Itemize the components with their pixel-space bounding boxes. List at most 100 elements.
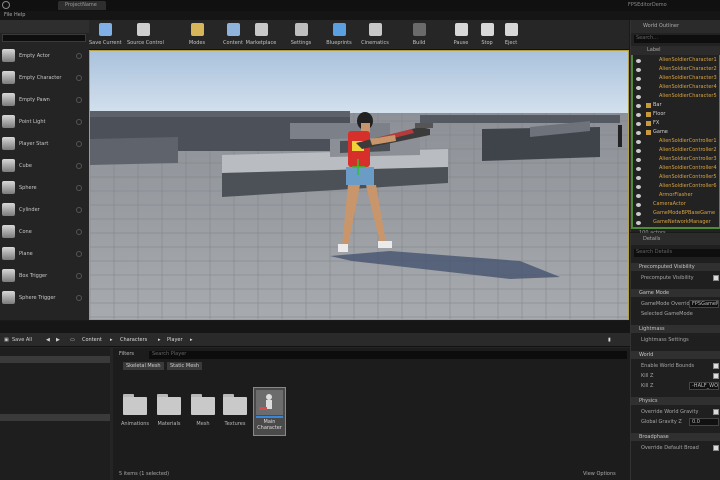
info-icon[interactable] <box>76 141 82 147</box>
outliner-row[interactable]: Game <box>631 129 719 137</box>
toolbar-settings-button[interactable]: Settings <box>285 22 317 49</box>
property-value-field[interactable]: 0.0 <box>689 418 719 426</box>
tree-row[interactable] <box>0 356 110 363</box>
visibility-eye-icon[interactable] <box>636 212 641 216</box>
place-item[interactable]: Cylinder <box>0 200 89 220</box>
details-category[interactable]: Game Mode <box>631 289 720 297</box>
asset-tile-main-character[interactable]: Main Character <box>253 387 286 436</box>
tree-row[interactable] <box>0 392 110 399</box>
property-checkbox[interactable] <box>713 445 719 451</box>
view-options-button[interactable]: View Options <box>583 471 616 477</box>
breadcrumb-characters[interactable]: Characters <box>120 335 147 345</box>
place-item[interactable]: Cone <box>0 222 89 242</box>
visibility-eye-icon[interactable] <box>636 104 641 108</box>
visibility-eye-icon[interactable] <box>636 185 641 189</box>
visibility-eye-icon[interactable] <box>636 149 641 153</box>
visibility-eye-icon[interactable] <box>636 221 641 225</box>
property-checkbox[interactable] <box>713 373 719 379</box>
visibility-eye-icon[interactable] <box>636 68 641 72</box>
outliner-row[interactable]: AlienSoldierCharacter4 <box>631 84 719 92</box>
tree-row[interactable] <box>0 414 110 421</box>
toolbar-save-current-button[interactable]: Save Current <box>89 22 122 49</box>
place-item[interactable]: Cube <box>0 156 89 176</box>
modes-search-input[interactable] <box>2 34 86 42</box>
back-icon[interactable]: ◀ <box>46 335 50 345</box>
place-item[interactable]: Sphere <box>0 178 89 198</box>
outliner-row[interactable]: CameraActor <box>631 201 719 209</box>
tree-row[interactable] <box>0 436 110 443</box>
folder-tile[interactable]: Materials <box>155 391 183 427</box>
toolbar-blueprints-button[interactable]: Blueprints <box>323 22 355 49</box>
visibility-eye-icon[interactable] <box>636 194 641 198</box>
outliner-row[interactable]: AlienSoldierController5 <box>631 174 719 182</box>
place-item[interactable]: Plane <box>0 244 89 264</box>
outliner-row[interactable]: ArmorFlasher <box>631 192 719 200</box>
outliner-row[interactable]: AlienSoldierController6 <box>631 183 719 191</box>
place-item[interactable]: Empty Pawn <box>0 90 89 110</box>
toolbar-cinematics-button[interactable]: Cinematics <box>359 22 391 49</box>
info-icon[interactable] <box>76 251 82 257</box>
outliner-row[interactable]: AlienSoldierCharacter2 <box>631 66 719 74</box>
visibility-eye-icon[interactable] <box>636 122 641 126</box>
info-icon[interactable] <box>76 97 82 103</box>
details-category[interactable]: Lightmass <box>631 325 720 333</box>
outliner-row[interactable]: AlienSoldierCharacter3 <box>631 75 719 83</box>
breadcrumb-content[interactable]: Content <box>82 335 102 345</box>
visibility-eye-icon[interactable] <box>636 203 641 207</box>
outliner-row[interactable]: AlienSoldierController4 <box>631 165 719 173</box>
outliner-row[interactable]: AlienSoldierController1 <box>631 138 719 146</box>
toolbar-modes-button[interactable]: Modes <box>181 22 213 49</box>
property-checkbox[interactable] <box>713 363 719 369</box>
details-category[interactable]: Precomputed Visibility <box>631 263 720 271</box>
asset-search-input[interactable]: Search Player <box>149 351 627 359</box>
info-icon[interactable] <box>76 163 82 169</box>
visibility-eye-icon[interactable] <box>636 158 641 162</box>
folder-tile[interactable]: Mesh <box>189 391 217 427</box>
visibility-eye-icon[interactable] <box>636 77 641 81</box>
outliner-row[interactable]: GameNetworkManager <box>631 219 719 227</box>
tree-row[interactable] <box>0 426 110 433</box>
place-item[interactable]: Empty Actor <box>0 46 89 66</box>
property-value-field[interactable]: FPSGameMode <box>689 300 719 308</box>
place-item[interactable]: Player Start <box>0 134 89 154</box>
outliner-row[interactable]: AlienSoldierController3 <box>631 156 719 164</box>
folder-tile[interactable]: Textures <box>221 391 249 427</box>
info-icon[interactable] <box>76 53 82 59</box>
folder-tile[interactable]: Animations <box>121 391 149 427</box>
outliner-row[interactable]: GameModeBPBaseGame <box>631 210 719 218</box>
lock-icon[interactable]: ▮ <box>608 335 611 345</box>
details-category[interactable]: Physics <box>631 397 720 405</box>
info-icon[interactable] <box>76 185 82 191</box>
place-item[interactable]: Sphere Trigger <box>0 288 89 308</box>
toolbar-marketplace-button[interactable]: Marketplace <box>245 22 277 49</box>
details-search-input[interactable]: Search Details <box>634 249 720 257</box>
outliner-row[interactable]: Bar <box>631 102 719 110</box>
outliner-row[interactable]: Floor <box>631 111 719 119</box>
toolbar-source-control-button[interactable]: Source Control <box>127 22 164 49</box>
property-checkbox[interactable] <box>713 275 719 281</box>
visibility-eye-icon[interactable] <box>636 176 641 180</box>
filter-chip-static-mesh[interactable]: Static Mesh <box>167 362 203 370</box>
visibility-eye-icon[interactable] <box>636 59 641 63</box>
outliner-column-label[interactable]: Label <box>631 46 720 55</box>
info-icon[interactable] <box>76 207 82 213</box>
outliner-row[interactable]: AlienSoldierCharacter1 <box>631 57 719 65</box>
visibility-eye-icon[interactable] <box>636 86 641 90</box>
visibility-eye-icon[interactable] <box>636 167 641 171</box>
outliner-search-input[interactable]: Search... <box>634 35 720 43</box>
menu-help[interactable]: Help <box>14 12 25 18</box>
info-icon[interactable] <box>76 75 82 81</box>
visibility-eye-icon[interactable] <box>636 140 641 144</box>
info-icon[interactable] <box>76 229 82 235</box>
info-icon[interactable] <box>76 273 82 279</box>
toolbar-eject-button[interactable]: Eject <box>495 22 527 49</box>
outliner-row[interactable]: FX <box>631 120 719 128</box>
menu-file[interactable]: File <box>4 12 12 18</box>
outliner-row[interactable]: AlienSoldierController2 <box>631 147 719 155</box>
info-icon[interactable] <box>76 119 82 125</box>
place-item[interactable]: Box Trigger <box>0 266 89 286</box>
forward-icon[interactable]: ▶ <box>56 335 60 345</box>
property-value-field[interactable]: -HALF_WORLD <box>689 382 719 390</box>
info-icon[interactable] <box>76 295 82 301</box>
toolbar-build-button[interactable]: Build <box>403 22 435 49</box>
